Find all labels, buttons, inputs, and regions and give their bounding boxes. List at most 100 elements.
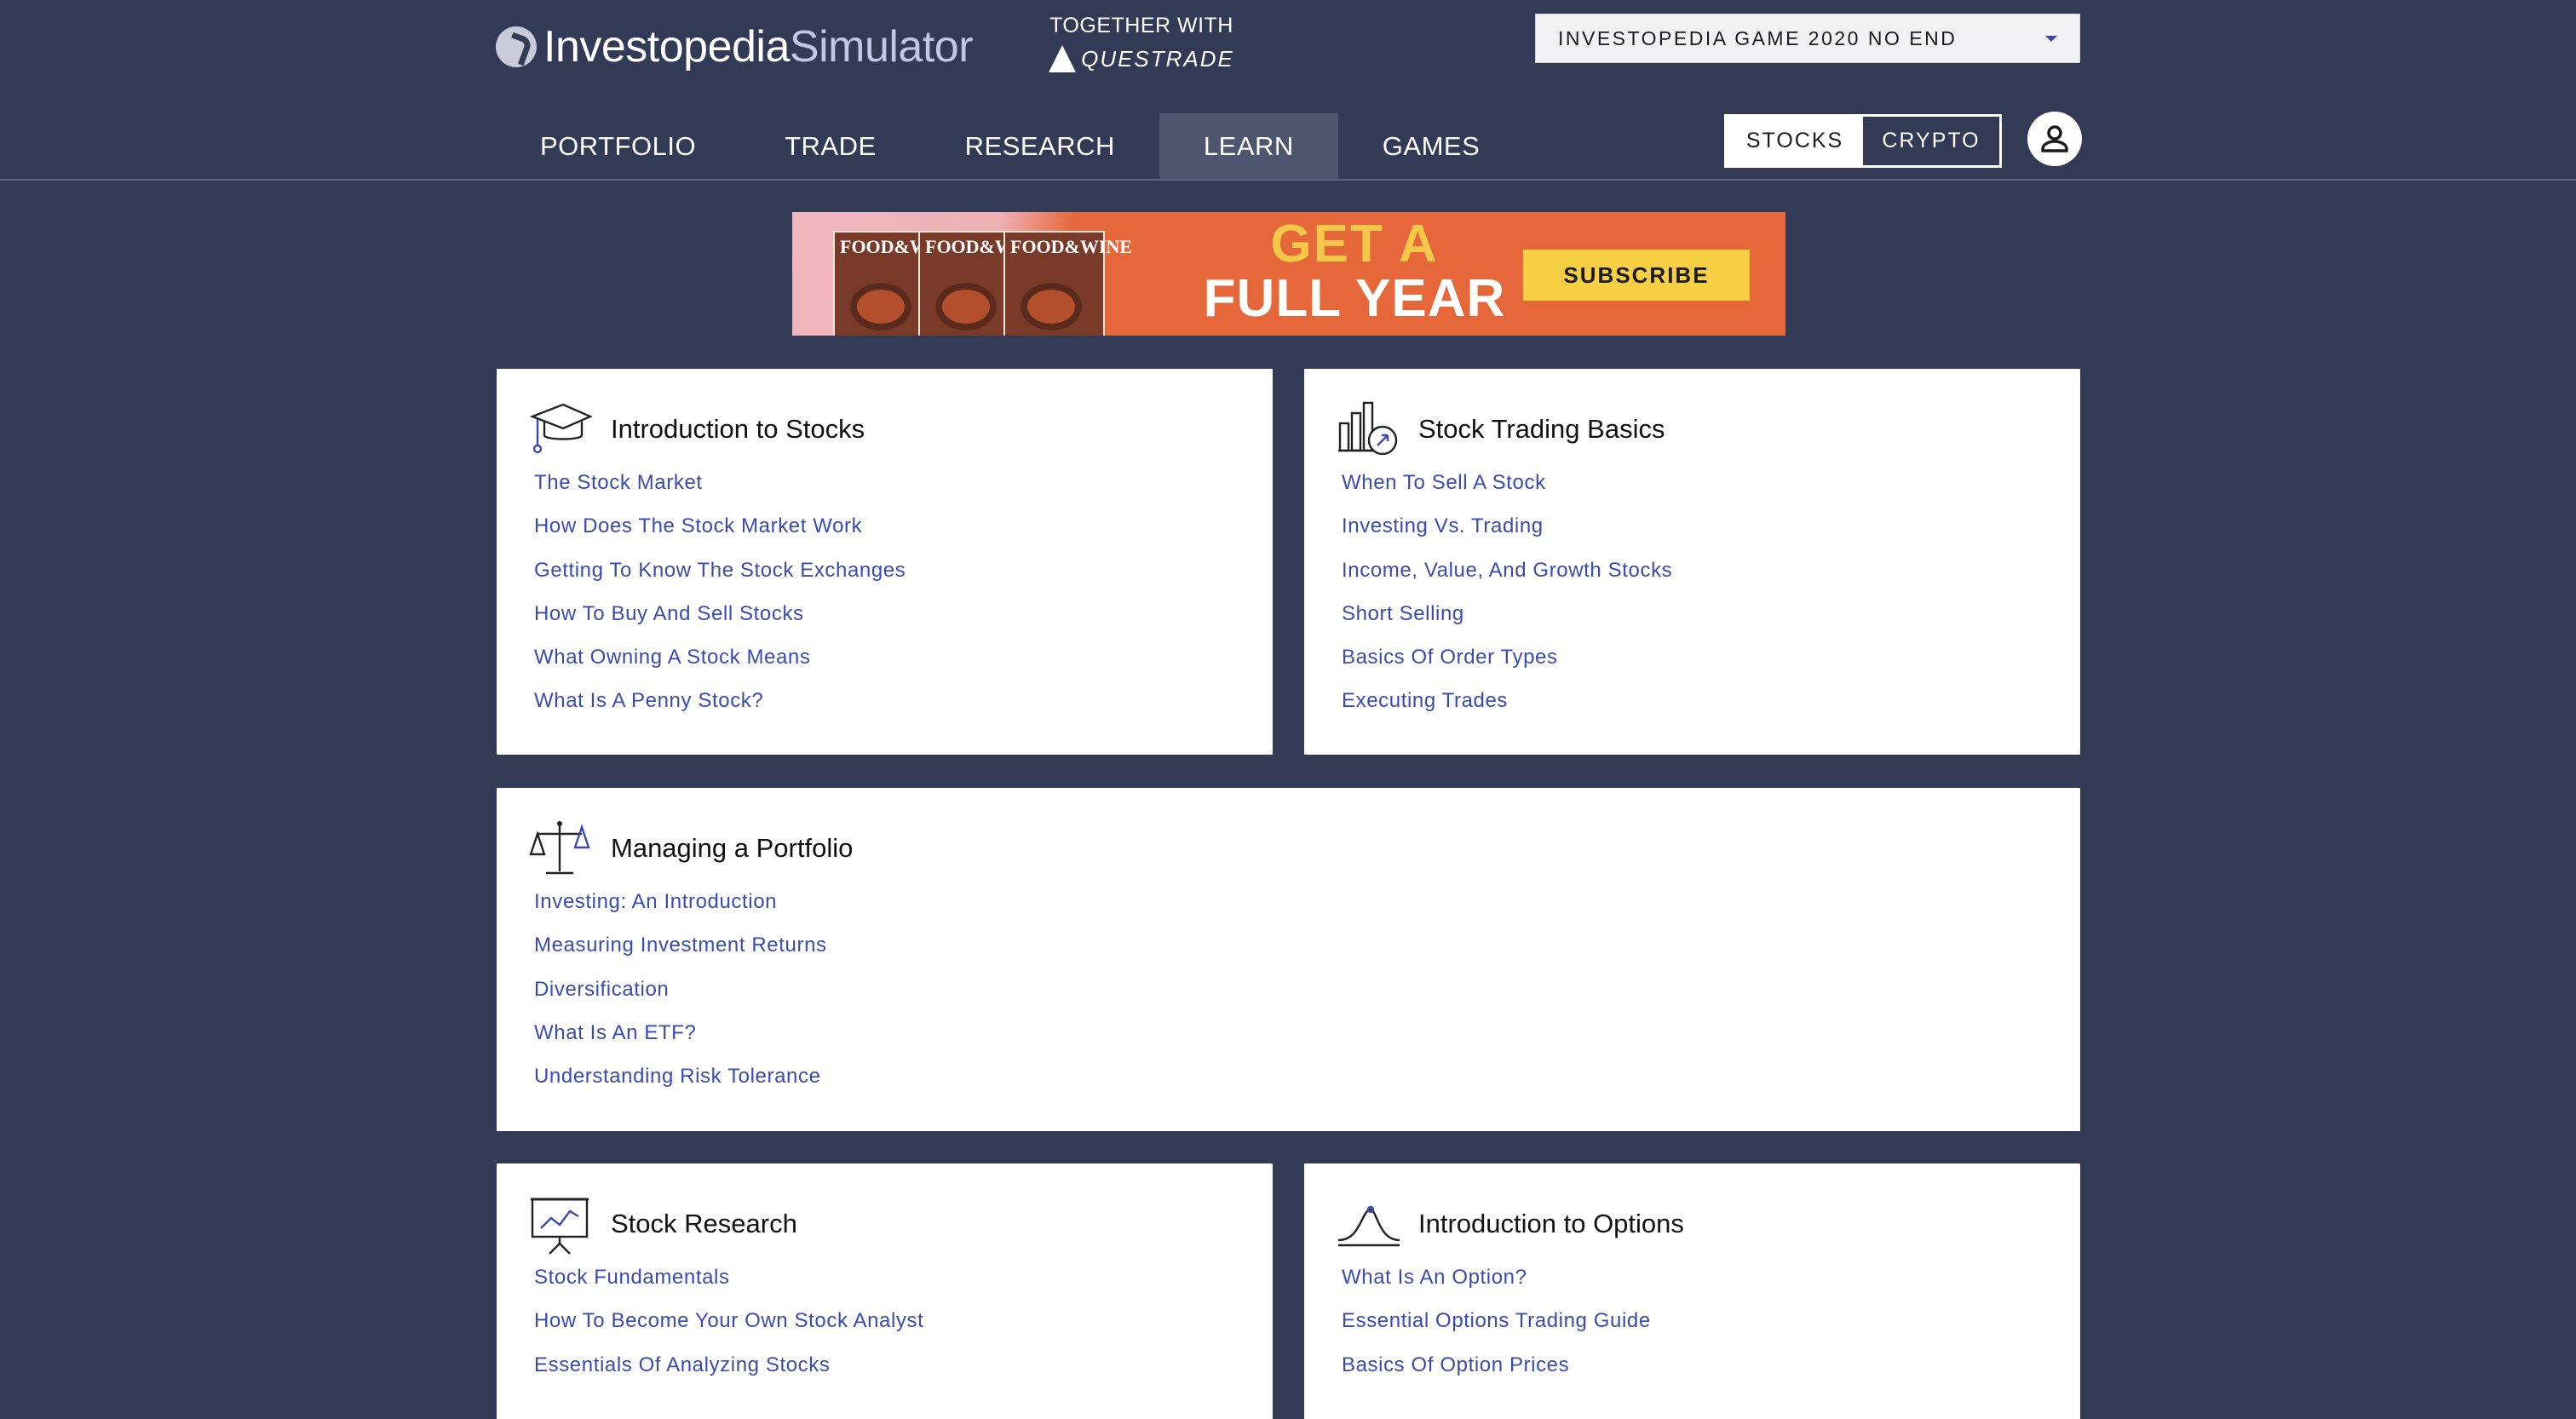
list-item: Essentials Of Analyzing Stocks [534, 1353, 923, 1397]
balance-scale-icon [529, 821, 590, 875]
card-stock-research: Stock Research Stock Fundamentals How To… [497, 1163, 1273, 1419]
investopedia-simulator-logo[interactable]: Investopedia Simulator [496, 17, 974, 77]
card-intro-to-stocks: Introduction to Stocks The Stock Market … [497, 369, 1273, 755]
lesson-link[interactable]: When To Sell A Stock [1342, 471, 1546, 494]
ad-banner[interactable]: FOOD&WINE FOOD&WINE FOOD&WINE GET A FULL… [792, 212, 1785, 336]
card-title: Stock Trading Basics [1418, 414, 1665, 444]
card-intro-to-options: Introduction to Options What Is An Optio… [1304, 1163, 2080, 1419]
list-item: What Owning A Stock Means [534, 646, 906, 689]
lesson-link[interactable]: Getting To Know The Stock Exchanges [534, 559, 906, 582]
lesson-link[interactable]: Understanding Risk Tolerance [534, 1065, 821, 1088]
lesson-link[interactable]: Diversification [534, 978, 669, 1001]
card-link-list: The Stock Market How Does The Stock Mark… [534, 471, 906, 733]
card-link-list: Investing: An Introduction Measuring Inv… [534, 890, 827, 1108]
list-item: What Is An ETF? [534, 1021, 827, 1065]
list-item: Essential Options Trading Guide [1342, 1309, 1651, 1353]
card-link-list: When To Sell A Stock Investing Vs. Tradi… [1342, 471, 1672, 733]
card-link-list: What Is An Option? Essential Options Tra… [1342, 1266, 1651, 1397]
list-item: Short Selling [1342, 602, 1672, 646]
list-item: How To Buy And Sell Stocks [534, 602, 906, 646]
lesson-link[interactable]: Measuring Investment Returns [534, 934, 827, 957]
list-item: What Is An Option? [1342, 1266, 1651, 1309]
card-header: Introduction to Options [1337, 1192, 1684, 1255]
lesson-link[interactable]: What Is A Penny Stock? [534, 689, 763, 712]
logo-text-simulator: Simulator [789, 22, 974, 72]
lesson-link[interactable]: The Stock Market [534, 471, 703, 494]
magazine-cover-3: FOOD&WINE [1003, 231, 1132, 336]
list-item: Diversification [534, 978, 827, 1021]
ad-subscribe-button[interactable]: SUBSCRIBE [1523, 250, 1750, 301]
stocks-toggle-button[interactable]: STOCKS [1727, 117, 1863, 165]
card-header: Managing a Portfolio [529, 817, 853, 880]
lesson-link[interactable]: Executing Trades [1342, 689, 1508, 712]
list-item: When To Sell A Stock [1342, 471, 1672, 514]
card-header: Stock Trading Basics [1337, 398, 1665, 461]
list-item: How Does The Stock Market Work [534, 514, 906, 558]
lesson-link[interactable]: What Is An ETF? [534, 1021, 696, 1044]
list-item: Executing Trades [1342, 689, 1672, 732]
lesson-link[interactable]: What Is An Option? [1342, 1266, 1527, 1289]
logo-text-investopedia: Investopedia [543, 22, 790, 72]
list-item: Understanding Risk Tolerance [534, 1065, 827, 1108]
ad-headline-line2: FULL YEAR [1203, 269, 1506, 328]
card-link-list: Stock Fundamentals How To Become Your Ow… [534, 1266, 923, 1397]
card-managing-a-portfolio: Managing a Portfolio Investing: An Intro… [497, 788, 2080, 1131]
nav-games[interactable]: GAMES [1338, 113, 1524, 180]
bar-chart-clock-icon [1338, 401, 1398, 456]
questrade-logo: QUESTRADE [1039, 45, 1244, 72]
card-header: Introduction to Stocks [529, 398, 865, 461]
game-selector-value: INVESTOPEDIA GAME 2020 NO END [1558, 26, 1958, 49]
list-item: How To Become Your Own Stock Analyst [534, 1309, 923, 1353]
ad-headline-line1: GET A [1270, 215, 1439, 273]
top-header: Investopedia Simulator TOGETHER WITH QUE… [0, 0, 2576, 180]
lesson-link[interactable]: Investing Vs. Trading [1342, 514, 1544, 537]
user-icon [2041, 125, 2068, 152]
user-profile-button[interactable] [2027, 112, 2082, 166]
list-item: What Is A Penny Stock? [534, 689, 906, 732]
list-item: Investing: An Introduction [534, 890, 827, 934]
graduation-cap-icon [529, 403, 592, 454]
presentation-board-icon [531, 1198, 589, 1255]
lesson-link[interactable]: Essential Options Trading Guide [1342, 1309, 1651, 1332]
list-item: The Stock Market [534, 471, 906, 514]
list-item: Stock Fundamentals [534, 1266, 923, 1309]
list-item: Getting To Know The Stock Exchanges [534, 559, 906, 602]
card-title: Stock Research [611, 1209, 797, 1238]
crypto-toggle-button[interactable]: CRYPTO [1863, 117, 1999, 165]
card-title: Managing a Portfolio [611, 833, 854, 863]
lesson-link[interactable]: How To Become Your Own Stock Analyst [534, 1309, 923, 1332]
card-stock-trading-basics: Stock Trading Basics When To Sell A Stoc… [1304, 369, 2080, 755]
card-title: Introduction to Options [1418, 1209, 1684, 1238]
lesson-link[interactable]: Income, Value, And Growth Stocks [1342, 559, 1672, 582]
nav-research[interactable]: RESEARCH [921, 113, 1159, 180]
lesson-link[interactable]: Essentials Of Analyzing Stocks [534, 1353, 830, 1376]
chevron-down-icon [2045, 35, 2057, 42]
lesson-link[interactable]: Basics Of Option Prices [1342, 1353, 1569, 1376]
list-item: Basics Of Order Types [1342, 646, 1672, 689]
lesson-link[interactable]: How To Buy And Sell Stocks [534, 602, 804, 625]
lesson-link[interactable]: Short Selling [1342, 602, 1464, 625]
lesson-link[interactable]: What Owning A Stock Means [534, 646, 810, 669]
list-item: Measuring Investment Returns [534, 934, 827, 977]
list-item: Basics Of Option Prices [1342, 1353, 1651, 1397]
ad-magazine-covers: FOOD&WINE FOOD&WINE FOOD&WINE [792, 212, 1150, 336]
nav-learn[interactable]: LEARN [1159, 113, 1338, 180]
questrade-mark-icon [1049, 45, 1077, 72]
together-with-label: TOGETHER WITH [1049, 14, 1233, 37]
header-divider [0, 179, 2576, 181]
lesson-link[interactable]: How Does The Stock Market Work [534, 514, 862, 537]
bell-curve-icon [1337, 1205, 1400, 1247]
questrade-wordmark: QUESTRADE [1081, 45, 1234, 72]
lesson-link[interactable]: Stock Fundamentals [534, 1266, 730, 1289]
list-item: Investing Vs. Trading [1342, 514, 1672, 558]
lesson-link[interactable]: Investing: An Introduction [534, 890, 777, 913]
card-header: Stock Research [529, 1192, 797, 1255]
main-nav: PORTFOLIO TRADE RESEARCH LEARN GAMES [496, 113, 1524, 180]
nav-portfolio[interactable]: PORTFOLIO [496, 113, 740, 180]
investopedia-logo-icon [496, 26, 537, 67]
lesson-link[interactable]: Basics Of Order Types [1342, 646, 1558, 669]
game-selector-dropdown[interactable]: INVESTOPEDIA GAME 2020 NO END [1535, 14, 2080, 63]
nav-trade[interactable]: TRADE [740, 113, 921, 180]
ad-headline: GET A FULL YEAR [1184, 217, 1525, 326]
list-item: Income, Value, And Growth Stocks [1342, 559, 1672, 602]
